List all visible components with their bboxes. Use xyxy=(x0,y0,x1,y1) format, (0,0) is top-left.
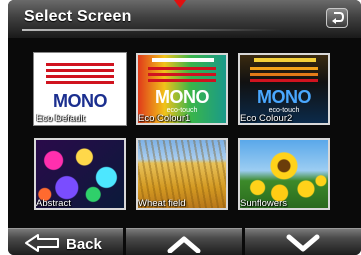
tile-label: Eco Colour1 xyxy=(138,113,191,124)
device-screen: Select Screen MONO Eco Default MONO eco-… xyxy=(0,0,361,255)
tile-label: Sunflowers xyxy=(240,198,287,209)
chevron-up-icon xyxy=(167,236,201,253)
tile-eco-colour1[interactable]: MONO eco-touch Eco Colour1 xyxy=(136,53,228,125)
tile-label: Wheat field xyxy=(138,198,186,209)
mono-text: MONO xyxy=(257,87,312,107)
tile-wheat-field[interactable]: Wheat field xyxy=(136,138,228,210)
tile-sunflowers[interactable]: Sunflowers xyxy=(238,138,330,210)
tile-eco-default[interactable]: MONO Eco Default xyxy=(34,53,126,125)
scroll-down-button[interactable] xyxy=(245,228,361,255)
tile-eco-colour2[interactable]: MONO eco-touch Eco Colour2 xyxy=(238,53,330,125)
back-button[interactable]: Back xyxy=(8,228,123,255)
page-title: Select Screen xyxy=(24,8,132,25)
mono-text: MONO xyxy=(53,91,108,111)
return-button[interactable] xyxy=(326,8,348,28)
tile-abstract[interactable]: Abstract xyxy=(34,138,126,210)
mono-text: MONO xyxy=(155,87,210,107)
tile-label: Abstract xyxy=(36,198,71,209)
scroll-up-button[interactable] xyxy=(126,228,242,255)
display-panel: Select Screen MONO Eco Default MONO eco-… xyxy=(8,0,361,255)
chevron-down-icon xyxy=(286,234,320,252)
red-indicator-mark xyxy=(174,0,186,8)
back-label: Back xyxy=(66,236,102,253)
tile-label: Eco Colour2 xyxy=(240,113,293,124)
return-arrow-icon xyxy=(332,12,345,24)
bottom-nav-bar: Back xyxy=(8,228,361,255)
title-underline xyxy=(22,29,282,31)
back-arrow-icon xyxy=(25,234,59,252)
tile-label: Eco Default xyxy=(36,113,86,124)
